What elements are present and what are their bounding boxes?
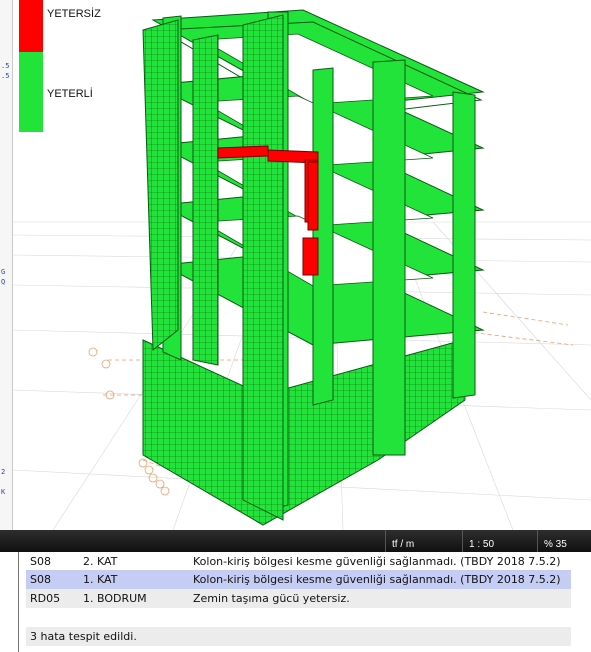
error-code: S08: [30, 555, 51, 568]
error-floor: 2. KAT: [83, 555, 118, 568]
building-model: [13, 9, 591, 530]
left-panel-edge: .5 .5 G Q 2 K: [0, 0, 13, 530]
error-message: Zemin taşıma gücü yetersiz.: [193, 592, 350, 605]
status-unit[interactable]: tf / m: [385, 530, 462, 552]
legend-yeterli-swatch: [19, 52, 43, 132]
error-code: S08: [30, 573, 51, 586]
error-row[interactable]: S08 2. KAT Kolon-kiriş bölgesi kesme güv…: [26, 552, 571, 571]
shear-wall-left: [142, 19, 179, 352]
error-floor: 1. BODRUM: [83, 592, 147, 605]
error-floor: 1. KAT: [83, 573, 118, 586]
legend-yetersiz-label: YETERSİZ: [47, 8, 101, 20]
error-row-selected[interactable]: S08 1. KAT Kolon-kiriş bölgesi kesme güv…: [26, 570, 571, 589]
status-scale[interactable]: 1 : 50: [462, 530, 535, 552]
error-message: Kolon-kiriş bölgesi kesme güvenliği sağl…: [193, 555, 561, 568]
panel-divider: [18, 552, 19, 652]
error-list-panel: S08 2. KAT Kolon-kiriş bölgesi kesme güv…: [0, 552, 591, 652]
error-summary: 3 hata tespit edildi.: [26, 627, 571, 646]
error-message: Kolon-kiriş bölgesi kesme güvenliği sağl…: [193, 573, 561, 586]
error-code: RD05: [30, 592, 61, 605]
3d-model-viewport[interactable]: YETERSİZ YETERLİ: [13, 0, 591, 530]
status-zoom[interactable]: % 35: [537, 530, 591, 552]
legend-yetersiz-swatch: [19, 0, 43, 52]
shear-wall-mid: [192, 34, 219, 366]
error-row[interactable]: RD05 1. BODRUM Zemin taşıma gücü yetersi…: [26, 589, 571, 608]
status-bar: tf / m 1 : 50 % 35: [0, 530, 591, 552]
legend-yeterli-label: YETERLİ: [47, 88, 93, 100]
foundation-mat: [142, 339, 466, 526]
shear-wall-front: [242, 14, 284, 521]
